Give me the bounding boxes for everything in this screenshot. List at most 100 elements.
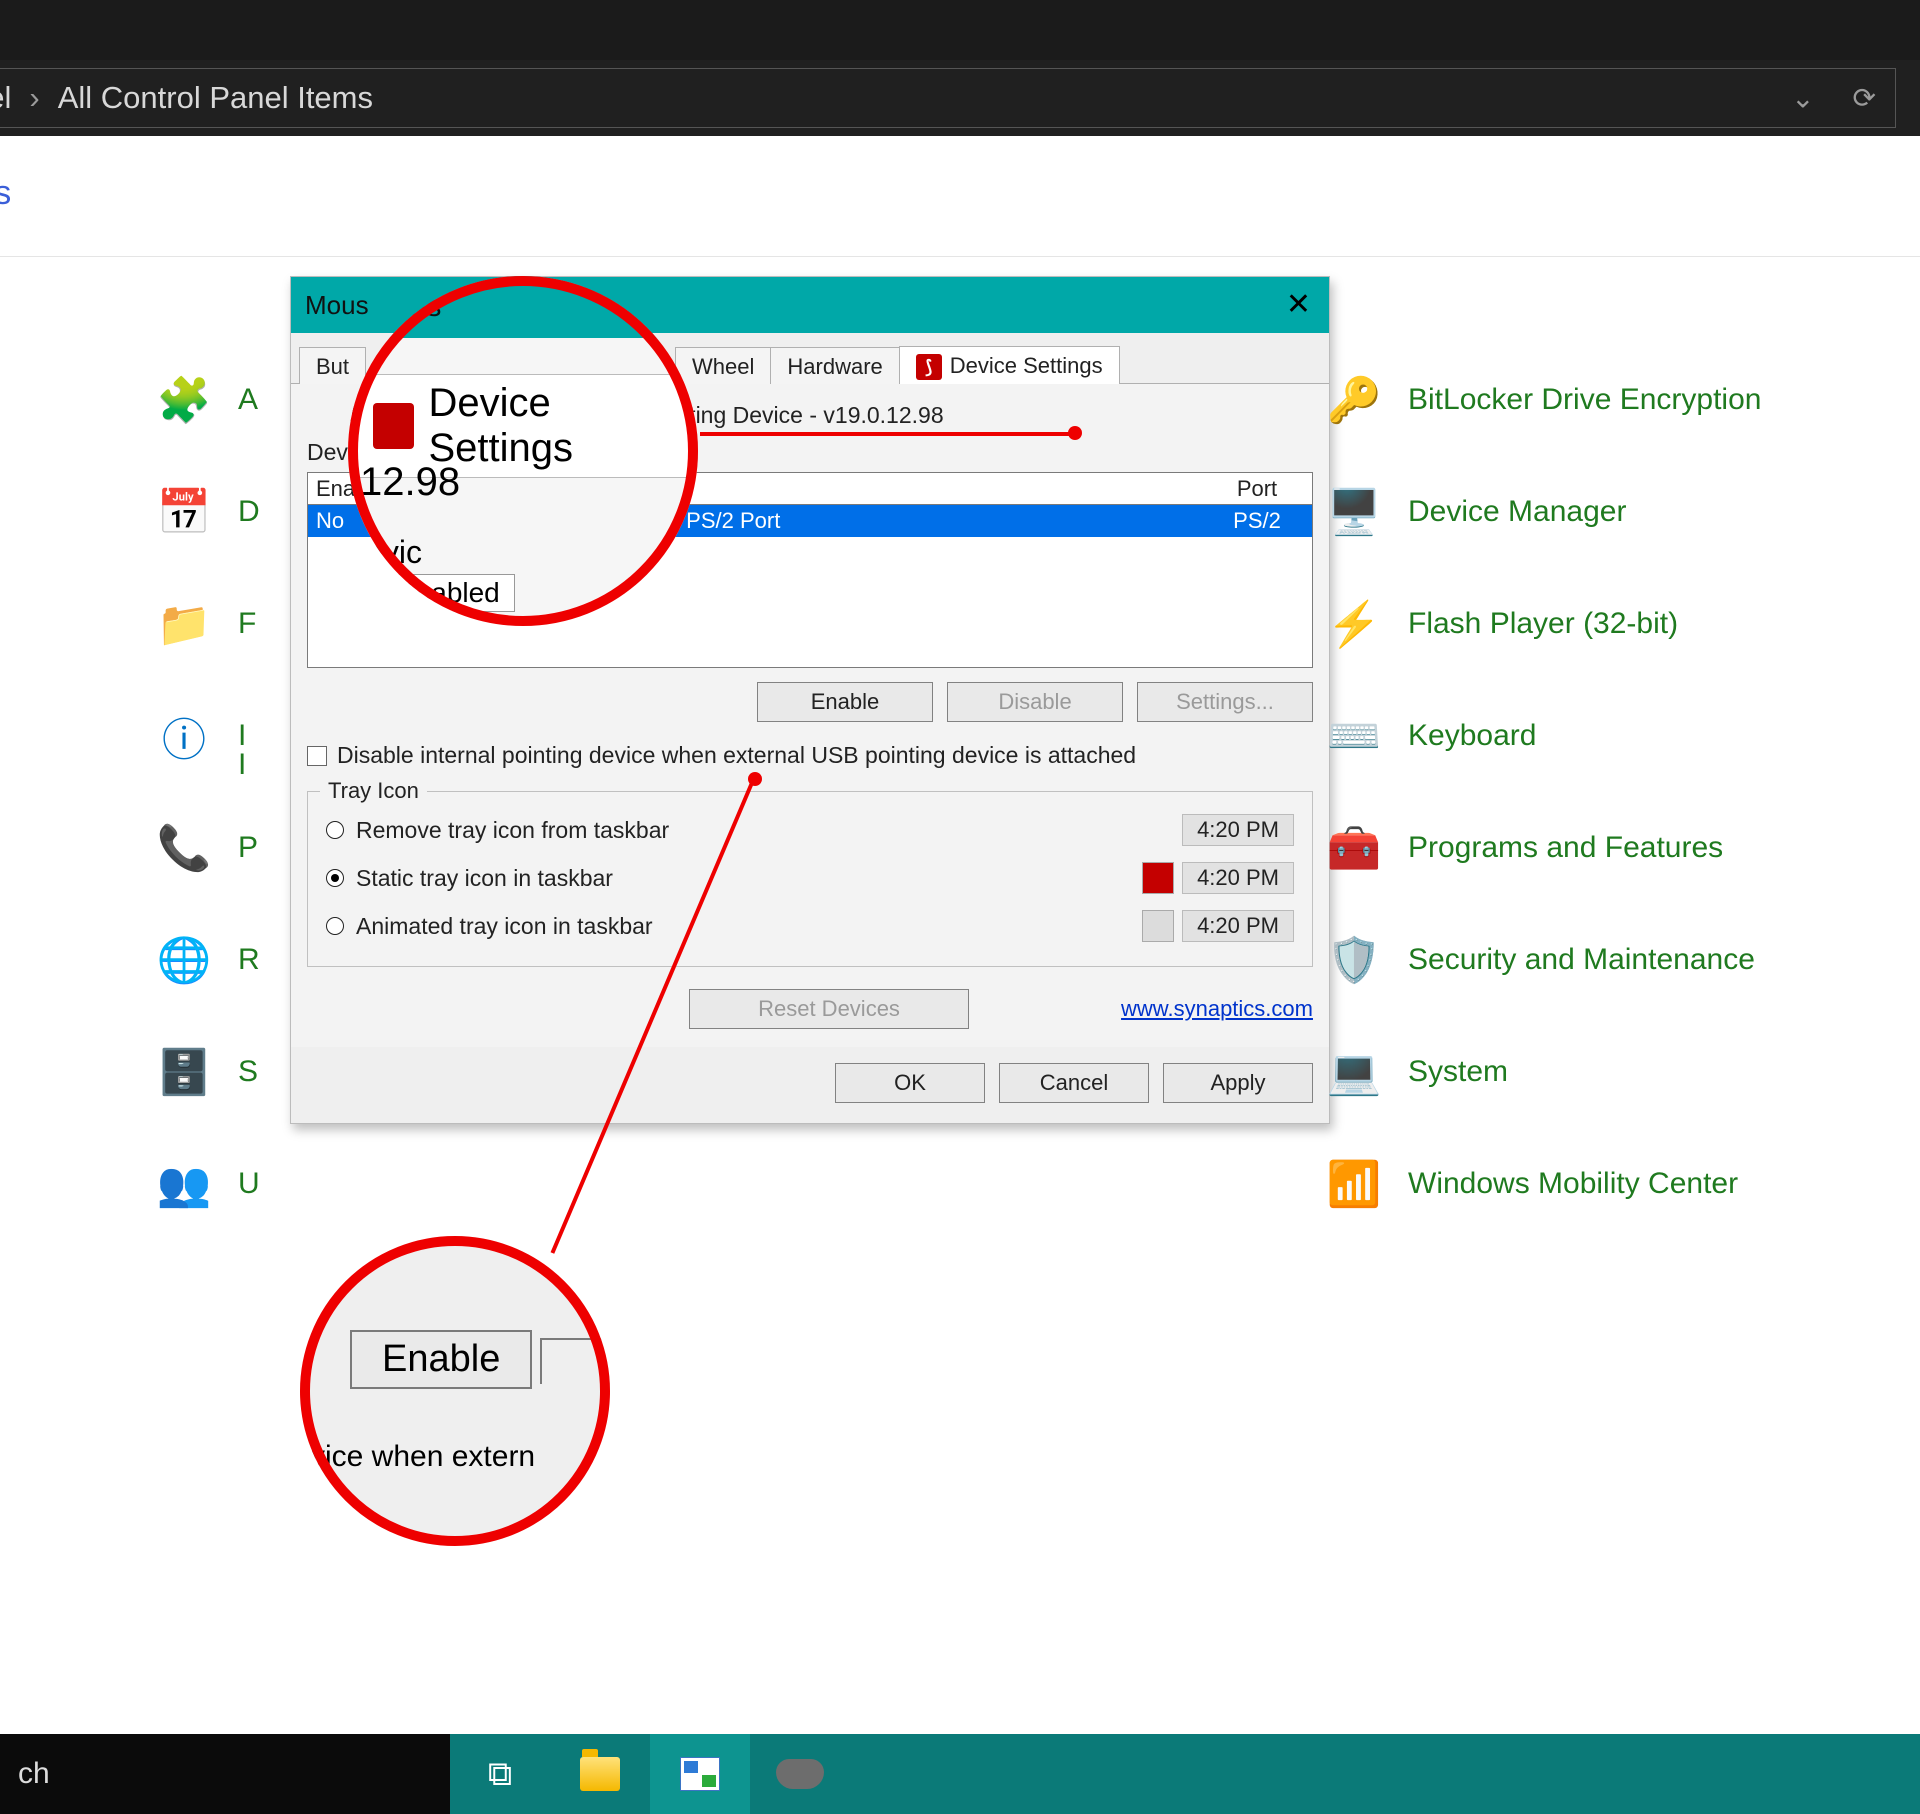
address-outline	[0, 68, 1896, 128]
refresh-icon[interactable]: ⟳	[1853, 82, 1876, 115]
cp-item-label: P	[238, 831, 258, 865]
cp-item-left[interactable]: 🗄️ S	[156, 1044, 258, 1100]
cp-item-left[interactable]: 🌐R	[156, 932, 260, 988]
tray-icon-fieldset: Tray Icon Remove tray icon from taskbar …	[307, 791, 1313, 967]
cp-item-left[interactable]: 📅D	[156, 484, 260, 540]
zoom1-enabled: Enabled	[382, 574, 515, 612]
cp-item-label: U	[238, 1167, 260, 1201]
col-port[interactable]: Port	[1202, 476, 1312, 502]
close-icon[interactable]: ✕	[1286, 287, 1311, 322]
cp-item-right[interactable]: 🧰Programs and Features	[1326, 820, 1723, 876]
chevron-down-icon[interactable]: ⌄	[1791, 82, 1814, 115]
taskbar-search-text: ch	[18, 1757, 50, 1791]
cp-item-icon: 📞	[156, 820, 212, 876]
annotation-zoom-bottom: Enable vice when extern	[300, 1236, 610, 1546]
content-area: ttings s er g Mous ✕ But Wheel Hardware …	[0, 136, 1920, 1734]
zoom2-enable-btn: Enable	[350, 1330, 532, 1389]
zoom1-tab-label: Device Settings	[428, 381, 679, 471]
settings-button: Settings...	[1137, 682, 1313, 722]
cp-item-label-2: I	[238, 748, 246, 782]
time-preview-2: 4:20 PM	[1182, 862, 1294, 894]
cp-item-icon: 📅	[156, 484, 212, 540]
window-top-strip	[0, 0, 1920, 60]
cp-item-icon: 🔑	[1326, 372, 1382, 428]
device-port: PS/2	[1202, 508, 1312, 534]
settings-heading[interactable]: ttings	[0, 174, 11, 213]
time-preview-1: 4:20 PM	[1182, 814, 1294, 846]
synaptics-icon: ⟆	[916, 354, 942, 380]
cp-item-label: Windows Mobility Center	[1408, 1167, 1738, 1201]
time-preview-3: 4:20 PM	[1182, 910, 1294, 942]
zoom2-button-edge	[540, 1338, 610, 1384]
cp-item-label: S	[238, 1055, 258, 1089]
apply-button[interactable]: Apply	[1163, 1063, 1313, 1103]
tray-preview-blank-icon	[1142, 814, 1174, 846]
cp-item-left[interactable]: 📞P	[156, 820, 258, 876]
cp-item-icon: 🌐	[156, 932, 212, 988]
annotation-dot-tab	[1068, 426, 1082, 440]
cp-item-icon: 💻	[1326, 1044, 1382, 1100]
cp-item-label: Device Manager	[1408, 495, 1626, 529]
cp-item-label: Security and Maintenance	[1408, 943, 1755, 977]
cp-item-right[interactable]: 📶 Windows Mobility Center	[1326, 1156, 1738, 1212]
tray-preview-animated-icon	[1142, 910, 1174, 942]
radio-remove-tray[interactable]: Remove tray icon from taskbar	[326, 817, 669, 844]
annotation-zoom-top: Mous But Device Settings 12.98 Devic Ena…	[348, 276, 698, 626]
cp-item-right[interactable]: 💻 System	[1326, 1044, 1508, 1100]
zoom2-text: vice when extern	[310, 1440, 535, 1474]
cancel-button[interactable]: Cancel	[999, 1063, 1149, 1103]
cp-item-right[interactable]: 🔑BitLocker Drive Encryption	[1326, 372, 1761, 428]
disable-internal-checkbox-row[interactable]: Disable internal pointing device when ex…	[307, 742, 1313, 769]
cp-item-left[interactable]: 👥U	[156, 1156, 260, 1212]
disable-button: Disable	[947, 682, 1123, 722]
tab-hardware[interactable]: Hardware	[770, 347, 899, 384]
address-bar[interactable]: nel › All Control Panel Items ⌄ ⟳	[0, 60, 1920, 136]
cp-item-icon: 🧩	[156, 372, 212, 428]
cp-item-right[interactable]: 🛡️ Security and Maintenance	[1326, 932, 1755, 988]
radio-animated-tray[interactable]: Animated tray icon in taskbar	[326, 913, 653, 940]
annotation-dot-enable	[748, 772, 762, 786]
radio-static-tray[interactable]: Static tray icon in taskbar	[326, 865, 613, 892]
taskbar[interactable]: ch ⧉	[0, 1734, 1920, 1814]
radio-icon[interactable]	[326, 821, 344, 839]
cp-item-left[interactable]: 📁F	[156, 596, 256, 652]
cp-item-left[interactable]: 🧩A	[156, 372, 258, 428]
cp-item-icon: 👥	[156, 1156, 212, 1212]
cp-item-left[interactable]: ⓘII	[156, 708, 246, 764]
checkbox-icon[interactable]	[307, 746, 327, 766]
radio-label: Static tray icon in taskbar	[356, 865, 613, 892]
cp-item-label: A	[238, 383, 258, 417]
synaptics-icon	[373, 403, 414, 449]
cp-item-label: System	[1408, 1055, 1508, 1089]
reset-devices-button: Reset Devices	[689, 989, 969, 1029]
checkbox-label: Disable internal pointing device when ex…	[337, 742, 1136, 769]
zoom1-dev: Devic	[348, 534, 422, 571]
radio-icon[interactable]	[326, 869, 344, 887]
cp-item-icon: ⌨️	[1326, 708, 1382, 764]
tray-icon-legend: Tray Icon	[320, 778, 427, 804]
file-explorer-icon[interactable]	[550, 1734, 650, 1814]
synaptics-link[interactable]: www.synaptics.com	[1121, 996, 1313, 1022]
enable-button[interactable]: Enable	[757, 682, 933, 722]
radio-icon[interactable]	[326, 917, 344, 935]
mouse-settings-icon[interactable]	[750, 1734, 850, 1814]
cp-item-label: D	[238, 495, 260, 529]
control-panel-icon[interactable]	[650, 1734, 750, 1814]
task-view-icon[interactable]: ⧉	[450, 1734, 550, 1814]
cp-item-right[interactable]: ⌨️Keyboard	[1326, 708, 1536, 764]
tab-device-settings-label: Device Settings	[950, 353, 1103, 378]
ok-button[interactable]: OK	[835, 1063, 985, 1103]
cp-item-label: Programs and Features	[1408, 831, 1723, 865]
tray-preview-static-icon	[1142, 862, 1174, 894]
cp-item-right[interactable]: 🖥️Device Manager	[1326, 484, 1626, 540]
cp-item-icon: 📶	[1326, 1156, 1382, 1212]
divider	[0, 256, 1920, 257]
cp-item-label: R	[238, 943, 260, 977]
tab-device-settings[interactable]: ⟆ Device Settings	[899, 346, 1120, 384]
cp-item-icon: 🛡️	[1326, 932, 1382, 988]
cp-item-icon: 🗄️	[156, 1044, 212, 1100]
cp-item-right[interactable]: ⚡Flash Player (32-bit)	[1326, 596, 1678, 652]
taskbar-search[interactable]: ch	[0, 1734, 450, 1814]
cp-item-label: F	[238, 607, 256, 641]
radio-label: Remove tray icon from taskbar	[356, 817, 669, 844]
